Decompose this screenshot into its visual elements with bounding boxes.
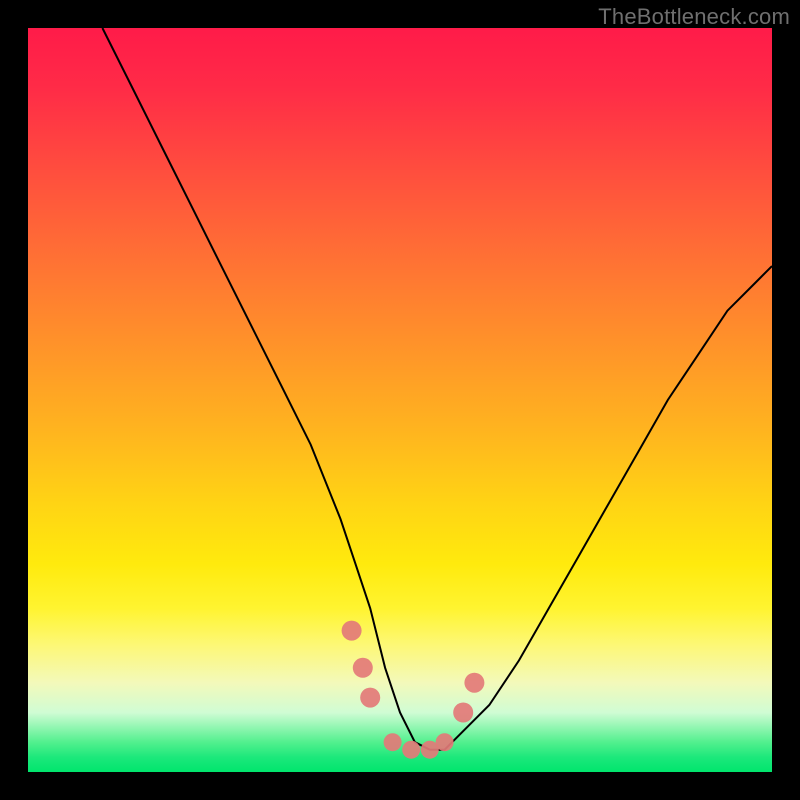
marker-left-cluster-b <box>353 658 373 678</box>
marker-left-cluster-a <box>342 621 362 641</box>
chart-frame: TheBottleneck.com <box>0 0 800 800</box>
marker-left-cluster-c <box>360 688 380 708</box>
curve-layer <box>28 28 772 772</box>
watermark-text: TheBottleneck.com <box>598 4 790 30</box>
bottleneck-curve <box>102 28 772 750</box>
marker-trough-a <box>384 733 402 751</box>
marker-trough-b <box>402 741 420 759</box>
plot-area <box>28 28 772 772</box>
marker-right-cluster-b <box>464 673 484 693</box>
marker-trough-d <box>436 733 454 751</box>
marker-right-cluster-a <box>453 703 473 723</box>
